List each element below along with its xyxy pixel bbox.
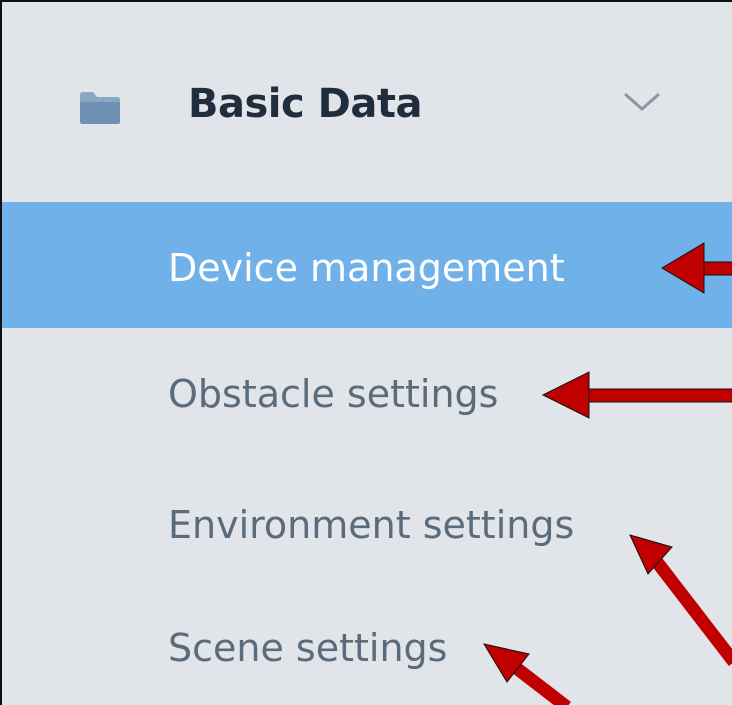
menu-item-obstacle-settings[interactable]: Obstacle settings — [2, 328, 732, 454]
folder-icon — [80, 92, 120, 124]
menu-item-device-management[interactable]: Device management — [2, 202, 732, 328]
submenu-basic-data[interactable]: Basic Data — [2, 2, 732, 200]
menu-item-label: Scene settings — [168, 626, 448, 670]
menu-item-scene-settings[interactable]: Scene settings — [2, 580, 732, 705]
menu-item-label: Environment settings — [168, 503, 575, 547]
menu-item-environment-settings[interactable]: Environment settings — [2, 454, 732, 580]
menu-item-label: Obstacle settings — [168, 372, 499, 416]
menu-item-label: Device management — [168, 246, 565, 290]
sidebar-menu: Basic Data Device management Obstacle se… — [0, 0, 732, 705]
submenu-title: Basic Data — [188, 81, 422, 127]
chevron-down-icon[interactable] — [622, 90, 662, 114]
